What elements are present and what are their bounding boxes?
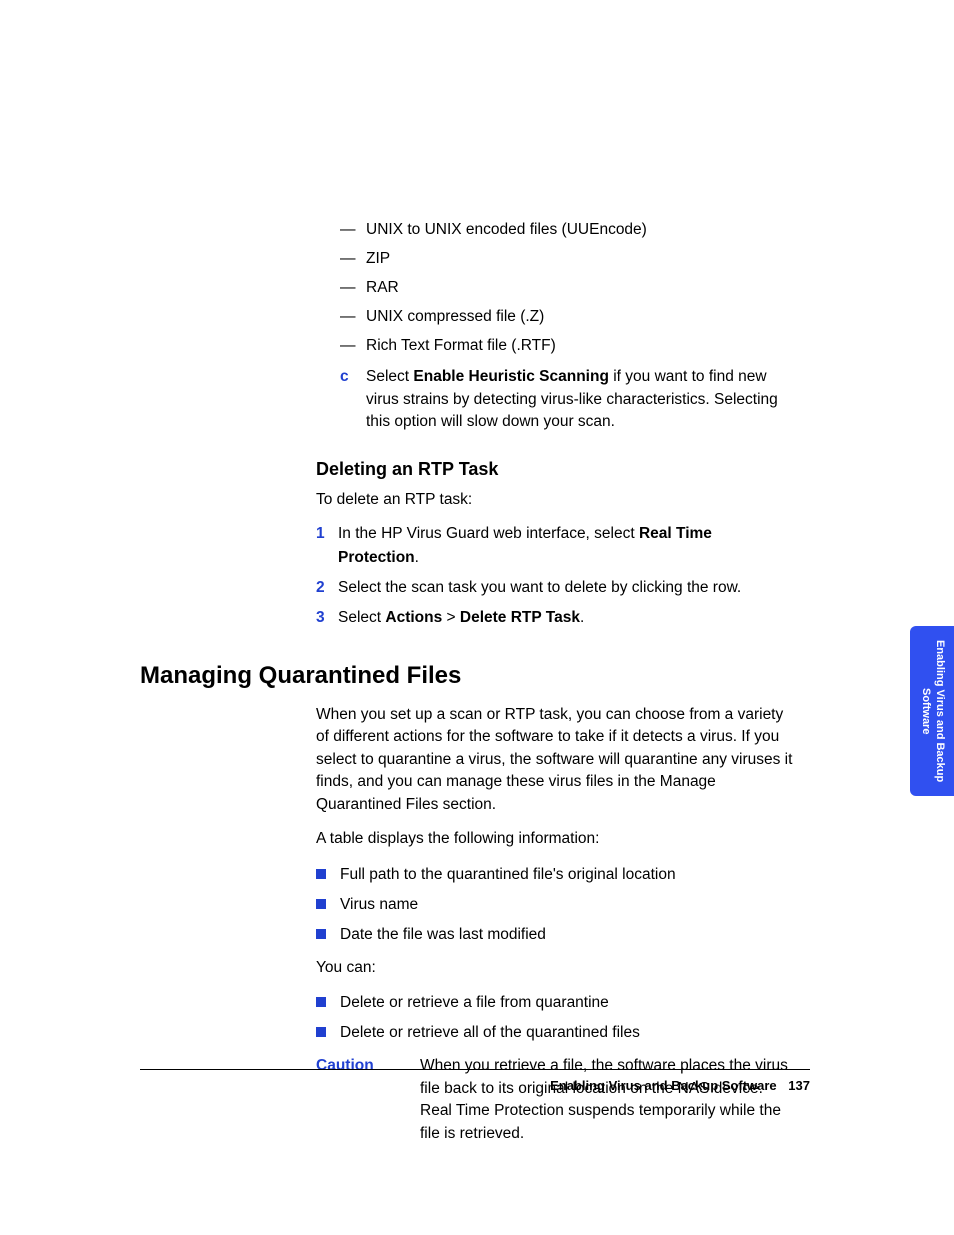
side-tab-label: Enabling Virus and Backup Software <box>918 626 946 796</box>
text-span: Select <box>338 609 385 626</box>
text-bold: Actions <box>385 609 442 626</box>
text-bold: Delete RTP Task <box>460 609 580 626</box>
dash-item: Rich Text Format file (.RTF) <box>316 334 796 358</box>
section-intro: To delete an RTP task: <box>316 488 796 511</box>
side-tab: Enabling Virus and Backup Software <box>910 626 954 796</box>
main-heading: Managing Quarantined Files <box>140 662 810 690</box>
caution-label: Caution <box>316 1055 420 1077</box>
step-text: Select the scan task you want to delete … <box>338 576 796 600</box>
list-item: Full path to the quarantined file's orig… <box>316 863 796 887</box>
text-span: In the HP Virus Guard web interface, sel… <box>338 525 639 542</box>
dash-list: UNIX to UNIX encoded files (UUEncode) ZI… <box>316 218 796 358</box>
step-item: 3 Select Actions > Delete RTP Task. <box>316 606 796 630</box>
paragraph: A table displays the following informati… <box>316 828 796 850</box>
section-heading: Deleting an RTP Task <box>316 459 796 480</box>
dash-item: UNIX to UNIX encoded files (UUEncode) <box>316 218 796 242</box>
text-bold: Enable Heuristic Scanning <box>413 368 609 385</box>
paragraph: You can: <box>316 957 796 979</box>
page-content: UNIX to UNIX encoded files (UUEncode) ZI… <box>140 218 810 1145</box>
delete-rtp-section: Deleting an RTP Task To delete an RTP ta… <box>316 459 796 629</box>
step-number: 3 <box>316 606 338 630</box>
substep-text: Select Enable Heuristic Scanning if you … <box>366 366 796 433</box>
step-text: In the HP Virus Guard web interface, sel… <box>338 522 796 570</box>
text-span: . <box>580 609 584 626</box>
step-number: 1 <box>316 522 338 546</box>
list-item: Delete or retrieve all of the quarantine… <box>316 1021 796 1045</box>
step-item: 1 In the HP Virus Guard web interface, s… <box>316 522 796 570</box>
substep-c: c Select Enable Heuristic Scanning if yo… <box>316 366 796 433</box>
text-span: > <box>442 609 460 626</box>
substep-marker: c <box>340 366 366 388</box>
continued-list-block: UNIX to UNIX encoded files (UUEncode) ZI… <box>316 218 796 433</box>
paragraph: When you set up a scan or RTP task, you … <box>316 704 796 816</box>
text-span: . <box>415 549 419 566</box>
dash-item: ZIP <box>316 247 796 271</box>
list-item: Virus name <box>316 893 796 917</box>
list-item: Date the file was last modified <box>316 923 796 947</box>
dash-item: UNIX compressed file (.Z) <box>316 305 796 329</box>
footer: Enabling Virus and Backup Software 137 <box>550 1078 810 1093</box>
dash-item: RAR <box>316 276 796 300</box>
step-number: 2 <box>316 576 338 600</box>
action-list: Delete or retrieve a file from quarantin… <box>316 991 796 1045</box>
footer-rule <box>140 1069 810 1070</box>
step-text: Select Actions > Delete RTP Task. <box>338 606 796 630</box>
footer-title: Enabling Virus and Backup Software <box>550 1078 777 1093</box>
page-number: 137 <box>788 1078 810 1093</box>
step-item: 2 Select the scan task you want to delet… <box>316 576 796 600</box>
list-item: Delete or retrieve a file from quarantin… <box>316 991 796 1015</box>
info-list: Full path to the quarantined file's orig… <box>316 863 796 947</box>
numbered-steps: 1 In the HP Virus Guard web interface, s… <box>316 522 796 630</box>
text-span: Select <box>366 368 413 385</box>
